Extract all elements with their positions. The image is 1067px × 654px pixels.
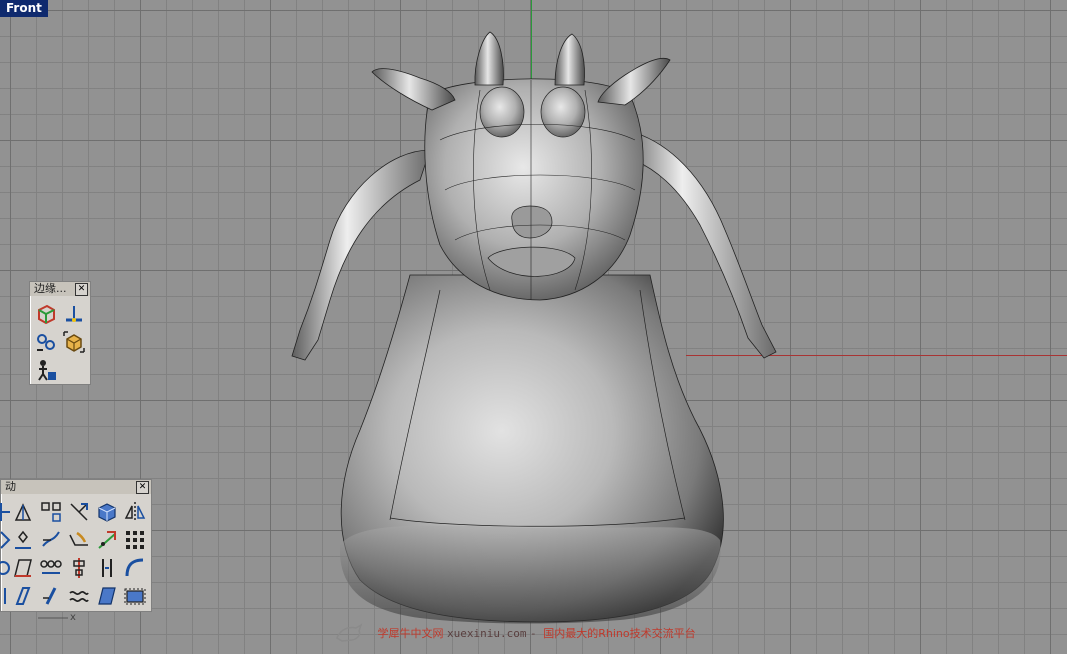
front-viewport[interactable]: Front [0, 0, 1067, 654]
edge-toolbar-title[interactable]: 边缘... ✕ [30, 282, 90, 296]
watermark-separator: - [529, 627, 544, 640]
array-polar-icon[interactable] [39, 556, 63, 580]
show-edges-icon[interactable] [34, 302, 58, 326]
twist-icon[interactable] [39, 528, 63, 552]
edge-toolbar-close-button[interactable]: ✕ [75, 283, 88, 296]
rebuild-edges-icon[interactable] [34, 358, 58, 382]
stretch-icon[interactable] [95, 556, 119, 580]
array-grid-icon[interactable] [123, 528, 147, 552]
bend-icon[interactable] [67, 528, 91, 552]
site-watermark: 学犀牛中文网 xuexiniu.com - 国内最大的Rhino技术交流平台 [336, 623, 696, 644]
transform-toolbar[interactable]: 动 ✕ [0, 479, 152, 612]
flow-along-icon[interactable] [39, 584, 63, 608]
wave-icon[interactable] [67, 584, 91, 608]
watermark-slogan: 国内最大的Rhino技术交流平台 [543, 627, 696, 640]
box-icon[interactable] [95, 500, 119, 524]
edge-toolbar[interactable]: 边缘... ✕ [29, 281, 91, 385]
watermark-site-name: 学犀牛中文网 [377, 627, 444, 640]
array-icon[interactable] [39, 500, 63, 524]
viewport-title[interactable]: Front [0, 0, 48, 17]
rhino-logo-icon [336, 623, 363, 642]
cow-model[interactable] [0, 0, 1067, 654]
merge-edge-icon[interactable] [34, 330, 58, 354]
taper-icon[interactable] [95, 528, 119, 552]
world-axis-indicator: x [38, 612, 76, 620]
transform-toolbar-close-button[interactable]: ✕ [136, 481, 149, 494]
edge-toolbar-title-text: 边缘... [34, 282, 67, 295]
watermark-url: xuexiniu.com [447, 627, 527, 640]
shear-icon[interactable] [11, 556, 35, 580]
orient-icon[interactable] [11, 528, 35, 552]
transform-toolbar-title-text: 动 [5, 480, 16, 493]
mirror-icon[interactable] [123, 500, 147, 524]
align-icon[interactable] [67, 556, 91, 580]
bend-curve-icon[interactable] [123, 556, 147, 580]
cage-edit-icon[interactable] [123, 584, 147, 608]
flow-icon[interactable] [67, 500, 91, 524]
splop-icon[interactable] [95, 584, 119, 608]
axis-indicator-label: x [70, 612, 76, 620]
join-edge-icon[interactable] [62, 330, 86, 354]
copy-icon[interactable] [11, 500, 35, 524]
transform-toolbar-title[interactable]: 动 ✕ [1, 480, 151, 494]
split-edge-icon[interactable] [62, 302, 86, 326]
slant-icon[interactable] [11, 584, 35, 608]
